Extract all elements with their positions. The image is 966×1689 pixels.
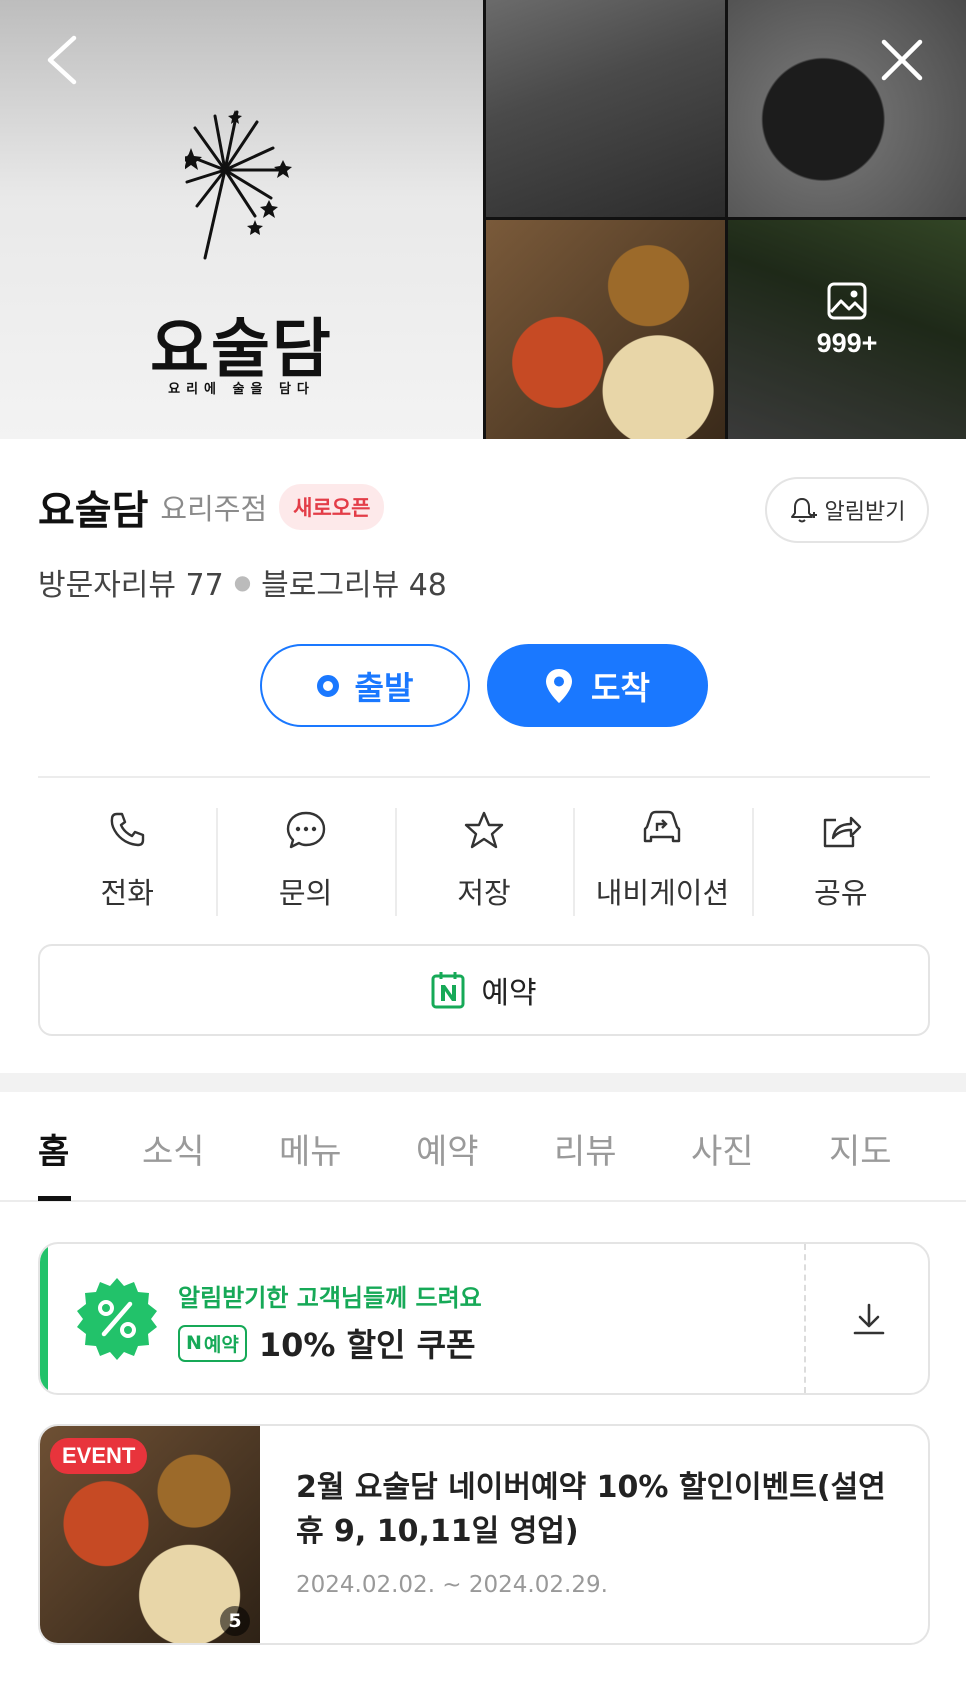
chevron-left-icon	[47, 35, 77, 85]
chat-icon	[286, 811, 325, 849]
coupon-offer: 10% 할인 쿠폰	[258, 1326, 476, 1364]
share-label: 공유	[814, 876, 868, 910]
location-pin-icon	[546, 668, 573, 703]
share-button[interactable]: 공유	[751, 800, 930, 920]
blog-review-link[interactable]: 블로그리뷰 48	[261, 560, 447, 604]
star-icon	[464, 811, 504, 849]
sparkler-logo-icon	[185, 110, 292, 260]
depart-label: 출발	[354, 668, 414, 707]
photo-gallery[interactable]: 요술담 요리에 술을 담다 999+	[0, 0, 966, 439]
image-icon	[827, 282, 867, 320]
inquiry-button[interactable]: 문의	[216, 800, 394, 920]
coupon-offer-row: N 예약 10% 할인 쿠폰	[178, 1320, 476, 1366]
origin-dot-icon	[316, 674, 339, 697]
arrive-button[interactable]: 도착	[487, 644, 708, 727]
place-name: 요술담	[38, 488, 149, 534]
naver-reservation-tag: N 예약	[178, 1324, 247, 1362]
navigation-label: 내비게이션	[595, 876, 730, 910]
bell-plus-icon	[790, 498, 817, 523]
logo-tagline: 요리에 술을 담다	[168, 382, 315, 397]
reserve-button[interactable]: 예약	[38, 944, 930, 1036]
coupon-title: 알림받기한 고객님들께 드려요	[178, 1284, 482, 1312]
coupon-card[interactable]: 알림받기한 고객님들께 드려요 N 예약 10% 할인 쿠폰	[38, 1242, 930, 1395]
tab-reservation[interactable]: 예약	[416, 1124, 479, 1173]
save-label: 저장	[457, 876, 511, 910]
visitor-review-link[interactable]: 방문자리뷰 77	[38, 560, 224, 604]
event-card[interactable]: EVENT 5 2월 요술담 네이버예약 10% 할인이벤트(설연휴 9, 10…	[38, 1424, 930, 1645]
photo-count: 999+	[816, 328, 878, 358]
reserve-label: 예약	[481, 976, 537, 1011]
place-category: 요리주점	[160, 492, 268, 526]
tab-home[interactable]: 홈	[38, 1124, 69, 1173]
close-icon	[881, 39, 923, 81]
event-date: 2024.02.02. ~ 2024.02.29.	[296, 1572, 608, 1598]
close-button[interactable]	[872, 30, 932, 90]
event-thumbnail[interactable]: EVENT 5	[40, 1426, 260, 1643]
new-open-badge: 새로오픈	[279, 484, 385, 530]
logo-wordmark: 요술담	[150, 313, 333, 387]
tab-photos[interactable]: 사진	[691, 1124, 754, 1173]
download-icon	[853, 1303, 885, 1334]
arrive-label: 도착	[591, 668, 650, 707]
naver-n-icon: N	[186, 1332, 202, 1354]
call-button[interactable]: 전화	[38, 800, 216, 920]
call-label: 전화	[100, 876, 154, 910]
tab-map[interactable]: 지도	[829, 1124, 892, 1173]
percent-badge-icon	[77, 1278, 157, 1360]
tab-bar: 홈 소식 메뉴 예약 리뷰 사진 지도	[0, 1092, 966, 1202]
naver-reservation-calendar-icon	[431, 972, 465, 1009]
gallery-photo-food[interactable]	[486, 220, 725, 439]
coupon-download-button[interactable]	[806, 1244, 928, 1393]
section-divider	[0, 1073, 966, 1092]
tab-menu[interactable]: 메뉴	[279, 1124, 342, 1173]
save-button[interactable]: 저장	[394, 800, 573, 920]
notify-label: 알림받기	[824, 500, 906, 525]
navigation-button[interactable]: 내비게이션	[573, 800, 751, 920]
phone-icon	[110, 812, 145, 847]
naver-reservation-tag-label: 예약	[203, 1333, 239, 1356]
tab-news[interactable]: 소식	[142, 1124, 205, 1173]
event-title: 2월 요술담 네이버예약 10% 할인이벤트(설연휴 9, 10,11일 영업)	[296, 1470, 886, 1549]
coupon-accent-bar	[40, 1244, 48, 1393]
car-navigation-icon	[644, 810, 681, 843]
place-title-row: 요술담 요리주점 새로오픈	[38, 478, 385, 536]
notify-button[interactable]: 알림받기	[765, 477, 929, 543]
tab-reviews[interactable]: 리뷰	[554, 1124, 617, 1173]
share-icon	[823, 816, 862, 848]
gallery-photo-more[interactable]: 999+	[728, 220, 966, 439]
gallery-photo-interior[interactable]	[486, 0, 725, 217]
action-bar: 전화 문의 저장 내비게이션 공유	[38, 800, 930, 920]
event-photo-count: 5	[220, 1606, 250, 1636]
active-tab-indicator	[38, 1196, 71, 1201]
event-tag: EVENT	[50, 1438, 148, 1474]
review-counts: 방문자리뷰 77 ● 블로그리뷰 48	[38, 560, 447, 604]
separator-dot: ●	[233, 570, 252, 594]
back-button[interactable]	[34, 30, 94, 90]
divider	[38, 776, 930, 778]
depart-button[interactable]: 출발	[260, 644, 470, 727]
inquiry-label: 문의	[278, 876, 333, 910]
